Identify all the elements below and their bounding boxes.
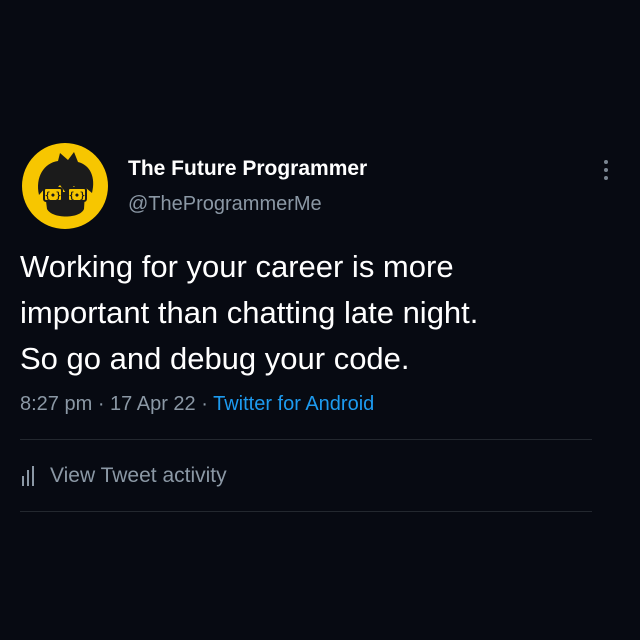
divider: [20, 511, 592, 512]
more-options-button[interactable]: [596, 158, 616, 184]
tweet-time[interactable]: 8:27 pm: [20, 393, 92, 415]
bar-chart-icon: [22, 466, 34, 486]
tweet-date[interactable]: 17 Apr 22: [110, 393, 196, 415]
svg-text:{•}: {•}: [69, 192, 85, 202]
view-tweet-activity-button[interactable]: View Tweet activity: [20, 462, 227, 490]
author-handle[interactable]: @TheProgrammerMe: [128, 193, 322, 216]
meta-separator: ·: [195, 393, 214, 415]
tweet-text: Working for your career is more importan…: [20, 249, 479, 376]
tweet-card: {•} {•} The Future Programmer @TheProgra…: [0, 0, 640, 640]
tweet-metadata: 8:27 pm · 17 Apr 22 · Twitter for Androi…: [20, 393, 374, 416]
programmer-avatar-icon: {•} {•}: [38, 152, 94, 217]
divider: [20, 439, 592, 440]
view-tweet-activity-label: View Tweet activity: [50, 464, 227, 487]
meta-separator: ·: [92, 393, 111, 415]
tweet-source-link[interactable]: Twitter for Android: [213, 393, 374, 415]
more-vertical-icon: [604, 160, 608, 180]
author-avatar[interactable]: {•} {•}: [22, 143, 108, 229]
author-name[interactable]: The Future Programmer: [128, 157, 367, 181]
svg-text:{•}: {•}: [45, 192, 61, 202]
